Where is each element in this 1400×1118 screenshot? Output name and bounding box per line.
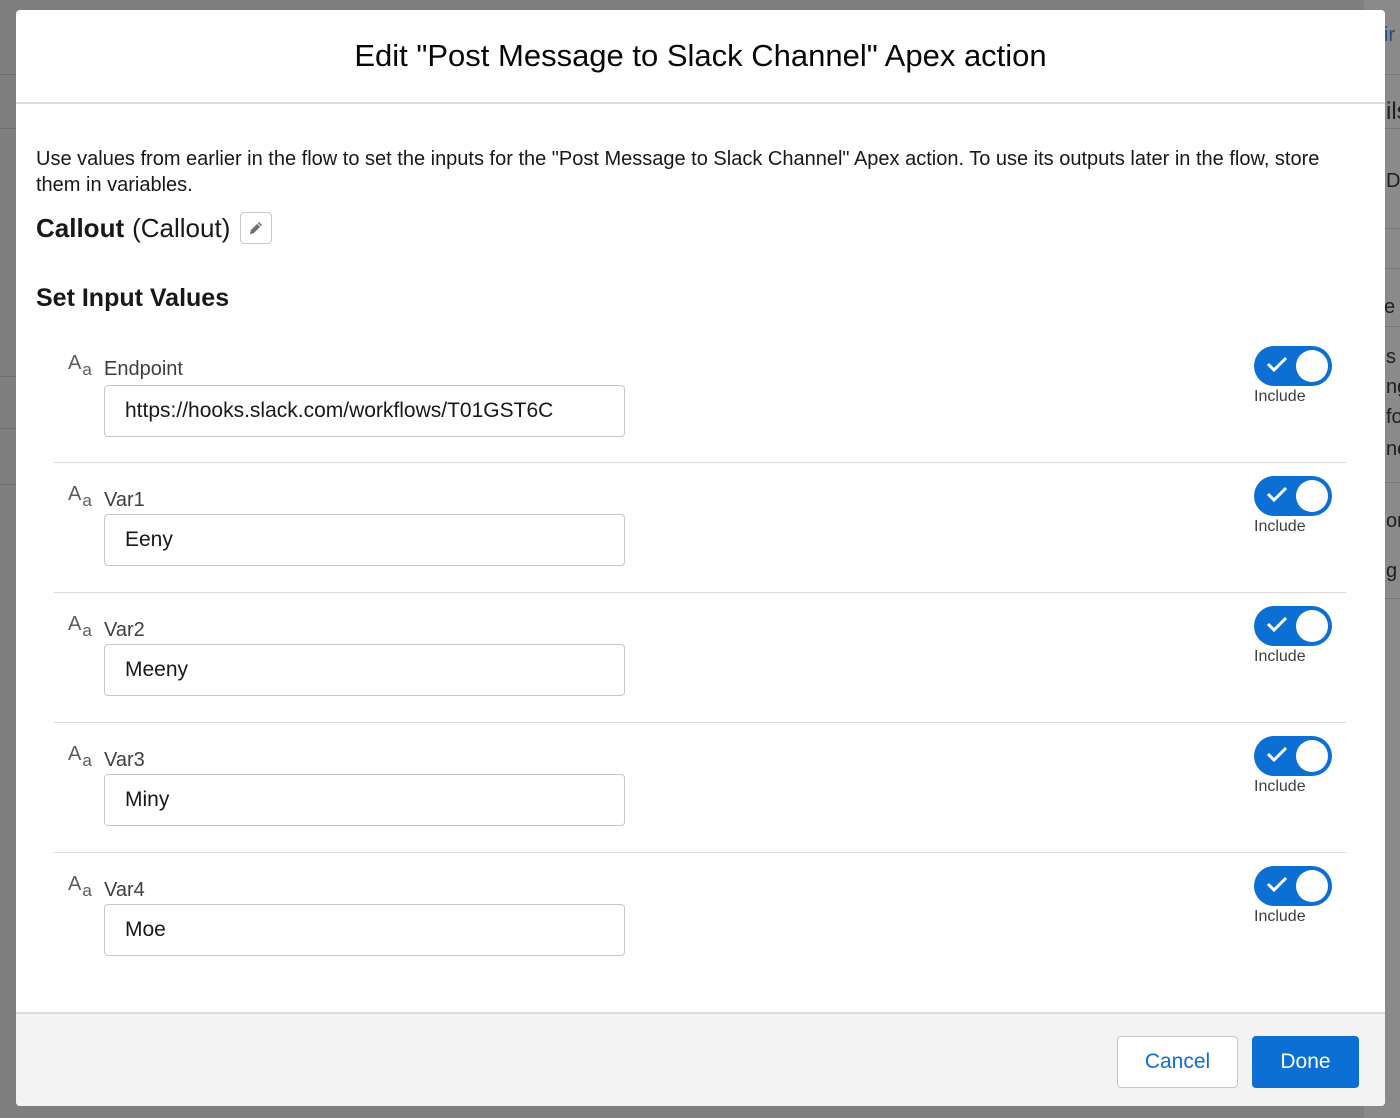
checkmark-icon (1266, 356, 1288, 373)
var2-input[interactable] (104, 644, 625, 696)
include-label: Include (1254, 908, 1306, 925)
background-text: De (1386, 170, 1400, 192)
background-text: e I (1384, 296, 1400, 318)
endpoint-input[interactable] (104, 385, 625, 437)
toggle-knob (1296, 740, 1328, 772)
background-text: fo (1386, 406, 1400, 428)
text-type-icon: Aa (68, 743, 92, 770)
edit-apex-action-modal: Edit "Post Message to Slack Channel" Ape… (16, 10, 1385, 1106)
text-type-icon: Aa (68, 613, 92, 640)
input-param-row: Aa Var4 Include (54, 852, 1346, 982)
done-button[interactable]: Done (1252, 1036, 1359, 1088)
background-divider (0, 376, 16, 377)
background-text: ne (1386, 438, 1400, 460)
background-text: ng (1386, 376, 1400, 398)
modal-title: Edit "Post Message to Slack Channel" Ape… (354, 38, 1047, 73)
text-type-icon: Aa (68, 352, 92, 379)
background-text: ils (1386, 98, 1400, 125)
callout-name: Callout (36, 212, 125, 243)
pencil-icon (250, 222, 263, 234)
include-toggle[interactable] (1254, 736, 1332, 776)
param-label: Var3 (104, 749, 145, 771)
modal-footer: Cancel Done (16, 1012, 1385, 1106)
toggle-knob (1296, 480, 1328, 512)
checkmark-icon (1266, 876, 1288, 893)
param-label: Var2 (104, 619, 145, 641)
param-label: Var1 (104, 489, 145, 511)
background-divider (0, 428, 16, 429)
var1-input[interactable] (104, 514, 625, 566)
background-divider (0, 74, 16, 75)
param-label: Endpoint (104, 358, 183, 380)
param-label: Var4 (104, 879, 145, 901)
text-type-icon: Aa (68, 873, 92, 900)
modal-header: Edit "Post Message to Slack Channel" Ape… (16, 10, 1385, 104)
background-divider (0, 128, 16, 129)
include-toggle[interactable] (1254, 346, 1332, 386)
include-label: Include (1254, 648, 1306, 665)
edit-callout-button[interactable] (240, 212, 273, 244)
callout-type: (Callout) (132, 212, 231, 243)
include-label: Include (1254, 518, 1306, 535)
include-label: Include (1254, 778, 1306, 795)
cancel-button[interactable]: Cancel (1117, 1036, 1238, 1088)
checkmark-icon (1266, 616, 1288, 633)
background-text: ir (1384, 24, 1396, 46)
include-toggle[interactable] (1254, 476, 1332, 516)
var4-input[interactable] (104, 904, 625, 956)
toggle-knob (1296, 350, 1328, 382)
intro-text: Use values from earlier in the flow to s… (36, 148, 1320, 196)
include-toggle[interactable] (1254, 606, 1332, 646)
checkmark-icon (1266, 486, 1288, 503)
include-label: Include (1254, 388, 1306, 405)
background-text: s (1386, 346, 1396, 368)
toggle-knob (1296, 610, 1328, 642)
input-param-row: Aa Endpoint Include (54, 332, 1346, 462)
input-param-row: Aa Var2 Include (54, 592, 1346, 722)
var3-input[interactable] (104, 774, 625, 826)
checkmark-icon (1266, 746, 1288, 763)
background-divider (0, 484, 16, 485)
background-text: g i (1386, 560, 1400, 582)
modal-body: Use values from earlier in the flow to s… (16, 104, 1385, 1010)
toggle-knob (1296, 870, 1328, 902)
include-toggle[interactable] (1254, 866, 1332, 906)
input-param-row: Aa Var3 Include (54, 722, 1346, 852)
callout-row: Callout (Callout) (36, 212, 273, 244)
background-text: on (1386, 510, 1400, 532)
section-title: Set Input Values (36, 284, 230, 312)
input-param-row: Aa Var1 Include (54, 462, 1346, 592)
text-type-icon: Aa (68, 483, 92, 510)
